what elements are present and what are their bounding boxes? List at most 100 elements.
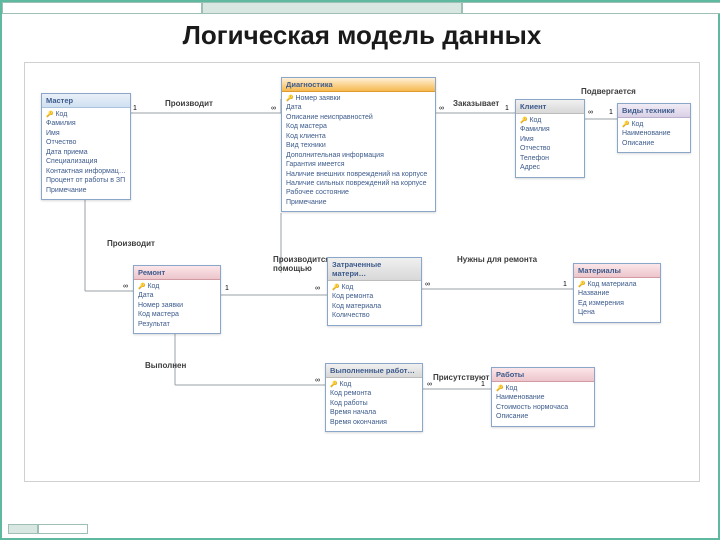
- field: Время окончания: [330, 418, 418, 427]
- bottom-stripe: [8, 524, 88, 534]
- stripe-seg: [2, 2, 202, 14]
- card-1: 1: [225, 285, 229, 292]
- card-1: 1: [609, 109, 613, 116]
- stripe-seg: [38, 524, 88, 534]
- field: Примечание: [286, 198, 431, 207]
- field: Код: [520, 116, 580, 125]
- field: Код: [496, 384, 590, 393]
- entity-title: Виды техники: [618, 104, 690, 118]
- entity-tech: Виды техники Код Наименование Описание: [617, 103, 691, 153]
- entity-title: Затраченные матери…: [328, 258, 421, 281]
- field: Код: [138, 282, 216, 291]
- field: Стоимость нормочаса: [496, 403, 590, 412]
- entity-done-works: Выполненные работ… Код Код ремонта Код р…: [325, 363, 423, 432]
- field: Код: [330, 380, 418, 389]
- field: Код мастера: [286, 122, 431, 131]
- entity-title: Ремонт: [134, 266, 220, 280]
- entity-client: Клиент Код Фамилия Имя Отчество Телефон …: [515, 99, 585, 178]
- rel-produces-1: Производит: [165, 99, 213, 108]
- card-inf: ∞: [425, 281, 430, 288]
- rel-performed: Выполнен: [145, 361, 186, 370]
- field: Специализация: [46, 157, 126, 166]
- field: Код мастера: [138, 310, 216, 319]
- entity-title: Материалы: [574, 264, 660, 278]
- field: Дополнительная информация: [286, 151, 431, 160]
- field: Количество: [332, 311, 417, 320]
- field: Наименование: [622, 129, 686, 138]
- field: Вид техники: [286, 141, 431, 150]
- stripe-seg: [8, 524, 38, 534]
- entity-repair: Ремонт Код Дата Номер заявки Код мастера…: [133, 265, 221, 334]
- card-inf: ∞: [315, 377, 320, 384]
- field: Код ремонта: [330, 389, 418, 398]
- rel-exposes: Подвергается: [581, 87, 636, 96]
- entity-body: Код Фамилия Имя Отчество Телефон Адрес: [516, 114, 584, 177]
- entity-title: Выполненные работ…: [326, 364, 422, 378]
- erd-canvas: Производит Заказывает Подвергается Произ…: [24, 62, 700, 482]
- entity-works: Работы Код Наименование Стоимость нормоч…: [491, 367, 595, 427]
- field: Имя: [46, 129, 126, 138]
- field: Процент от работы в ЗП: [46, 176, 126, 185]
- field: Код материала: [332, 302, 417, 311]
- entity-body: Код Дата Номер заявки Код мастера Резуль…: [134, 280, 220, 333]
- field: Номер заявки: [138, 301, 216, 310]
- field: Код: [332, 283, 417, 292]
- page-title: Логическая модель данных: [2, 20, 720, 51]
- field: Дата: [138, 291, 216, 300]
- card-inf: ∞: [588, 109, 593, 116]
- field: Код: [622, 120, 686, 129]
- field: Наименование: [496, 393, 590, 402]
- field: Ед измерения: [578, 299, 656, 308]
- field: Описание: [622, 139, 686, 148]
- field: Фамилия: [46, 119, 126, 128]
- top-stripe: [2, 2, 720, 14]
- entity-title: Диагностика: [282, 78, 435, 92]
- card-inf: ∞: [427, 381, 432, 388]
- card-1: 1: [481, 381, 485, 388]
- rel-needed-repair: Нужны для ремонта: [457, 255, 537, 264]
- field: Гарантия имеется: [286, 160, 431, 169]
- entity-diagnostics: Диагностика Номер заявки Дата Описание н…: [281, 77, 436, 212]
- field: Описание неисправностей: [286, 113, 431, 122]
- field: Код материала: [578, 280, 656, 289]
- entity-body: Код Код ремонта Код работы Время начала …: [326, 378, 422, 431]
- field: Время начала: [330, 408, 418, 417]
- entity-title: Мастер: [42, 94, 130, 108]
- entity-body: Номер заявки Дата Описание неисправносте…: [282, 92, 435, 211]
- field: Номер заявки: [286, 94, 431, 103]
- card-inf: ∞: [271, 105, 276, 112]
- entity-materials: Материалы Код материала Название Ед изме…: [573, 263, 661, 323]
- entity-used-materials: Затраченные матери… Код Код ремонта Код …: [327, 257, 422, 326]
- field: Код ремонта: [332, 292, 417, 301]
- field: Имя: [520, 135, 580, 144]
- field: Отчество: [520, 144, 580, 153]
- stripe-seg: [202, 2, 462, 14]
- entity-body: Код материала Название Ед измерения Цена: [574, 278, 660, 322]
- entity-body: Код Наименование Описание: [618, 118, 690, 152]
- rel-orders: Заказывает: [453, 99, 499, 108]
- entity-body: Код Код ремонта Код материала Количество: [328, 281, 421, 325]
- entity-title: Работы: [492, 368, 594, 382]
- card-1: 1: [505, 105, 509, 112]
- field: Адрес: [520, 163, 580, 172]
- field: Наличие внешних повреждений на корпусе: [286, 170, 431, 179]
- slide: Логическая модель данных Производит Зака…: [0, 0, 720, 540]
- field: Код работы: [330, 399, 418, 408]
- field: Контактная информация: [46, 167, 126, 176]
- field: Результат: [138, 320, 216, 329]
- entity-body: Код Фамилия Имя Отчество Дата приема Спе…: [42, 108, 130, 199]
- field: Телефон: [520, 154, 580, 163]
- rel-produces-2: Производит: [107, 239, 155, 248]
- field: Описание: [496, 412, 590, 421]
- field: Наличие сильных повреждений на корпусе: [286, 179, 431, 188]
- card-inf: ∞: [439, 105, 444, 112]
- stripe-seg: [462, 2, 720, 14]
- card-1: 1: [133, 105, 137, 112]
- field: Название: [578, 289, 656, 298]
- field: Цена: [578, 308, 656, 317]
- card-inf: ∞: [315, 285, 320, 292]
- field: Фамилия: [520, 125, 580, 134]
- field: Отчество: [46, 138, 126, 147]
- card-inf: ∞: [123, 283, 128, 290]
- field: Рабочее состояние: [286, 188, 431, 197]
